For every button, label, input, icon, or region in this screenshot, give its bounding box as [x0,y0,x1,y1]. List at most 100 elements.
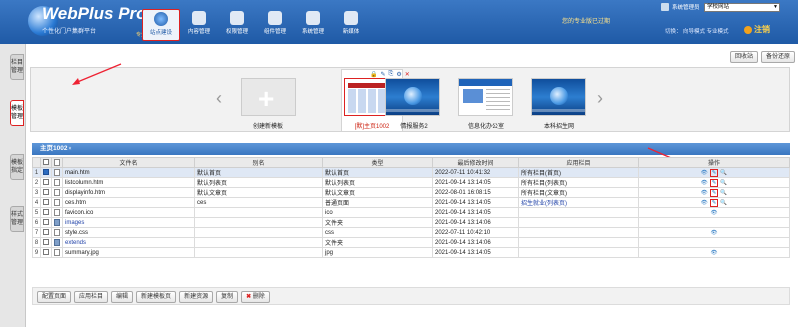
checkbox[interactable] [43,189,49,196]
carousel-next-icon[interactable]: › [597,88,603,109]
edit-button[interactable]: 编辑 [111,291,134,303]
edit-icon[interactable]: ✎ [709,188,719,197]
row-checkbox[interactable] [40,247,52,258]
copy-icon[interactable]: ⎘ [389,71,394,78]
col-type[interactable]: 类型 [322,157,433,168]
template-thumb-office[interactable] [458,78,513,116]
folder-icon [54,218,60,226]
select-all-checkbox[interactable] [43,159,49,166]
view-icon[interactable]: 👁 [701,200,708,206]
file-name[interactable]: main.htm [62,167,195,178]
file-name[interactable]: ces.htm [62,197,195,208]
table-row[interactable]: 7 style.css css 2022-07-11 10:42:10 👁 [32,227,790,238]
search-icon[interactable]: 🔍 [720,200,727,206]
file-name[interactable]: summary.jpg [62,247,195,258]
row-checkbox[interactable] [40,187,52,198]
checkbox[interactable] [43,209,49,216]
delete-button[interactable]: ✖ 删除 [241,291,270,303]
search-icon[interactable]: 🔍 [720,190,727,196]
checkbox[interactable] [43,179,49,186]
template-thumb-info[interactable] [385,78,440,116]
row-type-icon [51,227,63,238]
file-name[interactable]: extends [62,237,195,248]
col-applied[interactable]: 应用栏目 [518,157,639,168]
search-icon[interactable]: 🔍 [720,170,727,176]
edit-icon[interactable]: ✎ [709,168,719,177]
checkbox[interactable] [43,219,49,226]
checkbox[interactable] [43,249,49,256]
view-icon[interactable]: 👁 [711,230,718,236]
nav-component[interactable]: 组件管理 [256,9,294,41]
site-select[interactable]: 学校网站 ▼ [704,3,780,12]
nav-system[interactable]: 系统管理 [294,9,332,41]
table-row[interactable]: 5 favicon.ico ico 2021-09-14 13:14:05 👁 [32,207,790,218]
row-checkbox[interactable] [40,217,52,228]
checkbox[interactable] [43,229,49,236]
view-icon[interactable]: 👁 [701,190,708,196]
delete-icon[interactable]: ✕ [405,71,410,78]
nav-permission[interactable]: 权限管理 [218,9,256,41]
config-page-button[interactable]: 配置页面 [37,291,72,303]
sidebar-tab-column[interactable]: 栏目管理 [10,54,24,80]
sidebar-tab-template[interactable]: 模板管理 [10,100,24,126]
edit-icon[interactable]: ✎ [709,198,719,207]
lock-icon[interactable]: 🔒 [370,71,377,78]
checkbox[interactable] [43,169,49,176]
backup-restore-button[interactable]: 备份还原 [761,51,796,63]
globe-icon [154,12,168,26]
edit-icon[interactable]: ✎ [380,71,385,78]
logout-button[interactable]: 注销 [744,24,770,35]
row-checkbox[interactable] [40,167,52,178]
edit-icon[interactable]: ✎ [709,178,719,187]
col-filename[interactable]: 文件名 [62,157,195,168]
copy-button[interactable]: 复制 [216,291,239,303]
view-icon[interactable]: 👁 [701,170,708,176]
nav-new-media[interactable]: 新媒体 [332,9,370,41]
row-checkbox[interactable] [40,197,52,208]
recycle-bin-button[interactable]: 回收站 [730,51,759,63]
row-checkbox[interactable] [40,207,52,218]
sidebar-tab-assign[interactable]: 模板指定 [10,154,24,180]
col-alias[interactable]: 别名 [194,157,323,168]
table-row[interactable]: 8 extends 文件夹 2021-09-14 13:14:06 [32,237,790,248]
mode-switch[interactable]: 切换： 向导模式 专业模式 [665,27,729,35]
sidebar-tab-style[interactable]: 样式管理 [10,206,24,232]
apply-column-button[interactable]: 应用栏目 [74,291,109,303]
col-select-all[interactable] [40,157,52,168]
row-checkbox[interactable] [40,177,52,188]
template-label: 本科招生网 [543,124,574,130]
file-name[interactable]: displayinfo.htm [62,187,195,198]
template-thumb-create[interactable]: + [241,78,296,116]
table-row[interactable]: 1 main.htm 默认首页 默认首页 2022-07-11 10:41:32 所有栏目… [32,167,790,178]
file-name[interactable]: images [62,217,195,228]
table-row[interactable]: 6 images 文件夹 2021-09-14 13:14:06 [32,217,790,228]
row-checkbox[interactable] [40,227,52,238]
row-number: 4 [32,197,41,208]
new-template-page-button[interactable]: 新建模板页 [136,291,177,303]
gear-icon[interactable]: ⚙ [396,71,401,78]
file-name[interactable]: style.css [62,227,195,238]
new-resource-button[interactable]: 新建资源 [179,291,214,303]
table-row[interactable]: 3 displayinfo.htm 默认文章页 默认文章页 2022-08-01 16:… [32,187,790,198]
table-row[interactable]: 9 summary.jpg jpg 2021-09-14 13:14:05 👁 [32,247,790,258]
row-checkbox[interactable] [40,237,52,248]
col-modified[interactable]: 最后修改时间 [432,157,519,168]
nav-content[interactable]: 内容管理 [180,9,218,41]
file-name[interactable]: favicon.ico [62,207,195,218]
row-type-icon [51,217,63,228]
view-icon[interactable]: 👁 [711,250,718,256]
table-row[interactable]: 4 ces.htm ces 普通页面 2021-09-14 13:14:05 招生就业(列… [32,197,790,208]
close-icon[interactable]: × [68,146,71,152]
checkbox[interactable] [43,239,49,246]
file-applied: 招生就业(列表页) [518,197,639,208]
nav-site-build[interactable]: 站点建设 [142,9,180,41]
view-icon[interactable]: 👁 [701,180,708,186]
checkbox[interactable] [43,199,49,206]
view-icon[interactable]: 👁 [711,210,718,216]
table-row[interactable]: 2 listcolumn.htm 默认列表页 默认列表页 2021-09-14 13:1… [32,177,790,188]
carousel-prev-icon[interactable]: ‹ [216,88,222,109]
template-thumb-admission[interactable] [531,78,586,116]
file-name[interactable]: listcolumn.htm [62,177,195,188]
file-type: jpg [322,247,433,258]
search-icon[interactable]: 🔍 [720,180,727,186]
